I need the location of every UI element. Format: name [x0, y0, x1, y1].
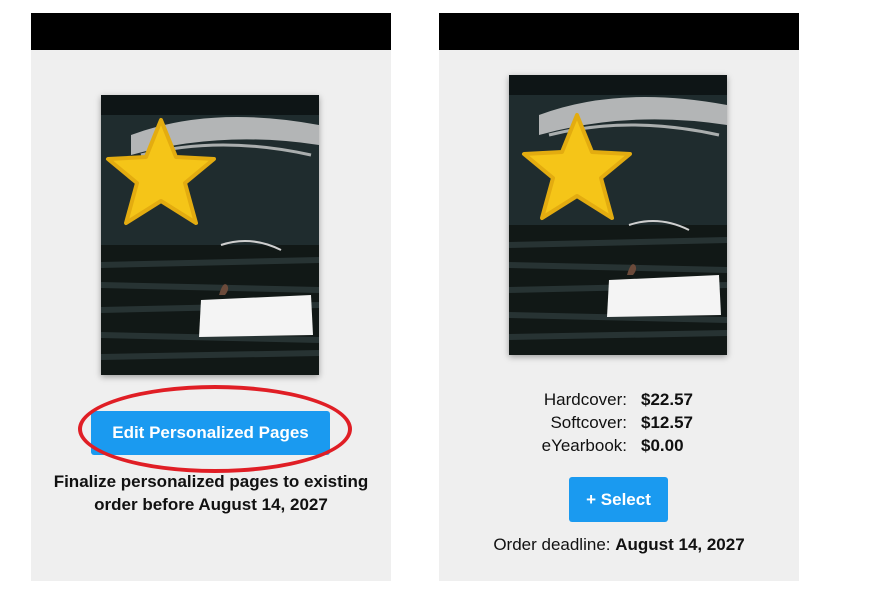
edit-personalized-pages-button[interactable]: Edit Personalized Pages	[91, 411, 330, 455]
yearbook-card-order: Hardcover: $22.57 Softcover: $12.57 eYea…	[439, 13, 799, 581]
yearbook-cover-image[interactable]	[101, 95, 319, 375]
select-button[interactable]: + Select	[569, 477, 668, 522]
price-value: $0.00	[641, 436, 684, 455]
yearbook-card-personalized: Edit Personalized Pages Finalize persona…	[31, 13, 391, 581]
price-value: $22.57	[641, 390, 693, 409]
deadline-date: August 14, 2027	[615, 535, 745, 554]
price-label: eYearbook:	[541, 436, 627, 455]
card-header-bar	[31, 13, 391, 50]
deadline-label: Order deadline:	[493, 535, 616, 554]
price-label: Softcover:	[550, 413, 627, 432]
finalize-note: Finalize personalized pages to existing …	[53, 472, 369, 514]
order-deadline: Order deadline: August 14, 2027	[439, 535, 799, 555]
price-value: $12.57	[641, 413, 693, 432]
price-label: Hardcover:	[543, 390, 627, 409]
price-row-hardcover: Hardcover: $22.57	[439, 388, 799, 411]
price-row-softcover: Softcover: $12.57	[439, 411, 799, 434]
cover-art	[101, 95, 319, 375]
card-header-bar	[439, 13, 799, 50]
cover-art	[509, 75, 727, 355]
yearbook-cover-image[interactable]	[509, 75, 727, 355]
price-row-eyearbook: eYearbook: $0.00	[439, 434, 799, 457]
price-list: Hardcover: $22.57 Softcover: $12.57 eYea…	[439, 388, 799, 457]
